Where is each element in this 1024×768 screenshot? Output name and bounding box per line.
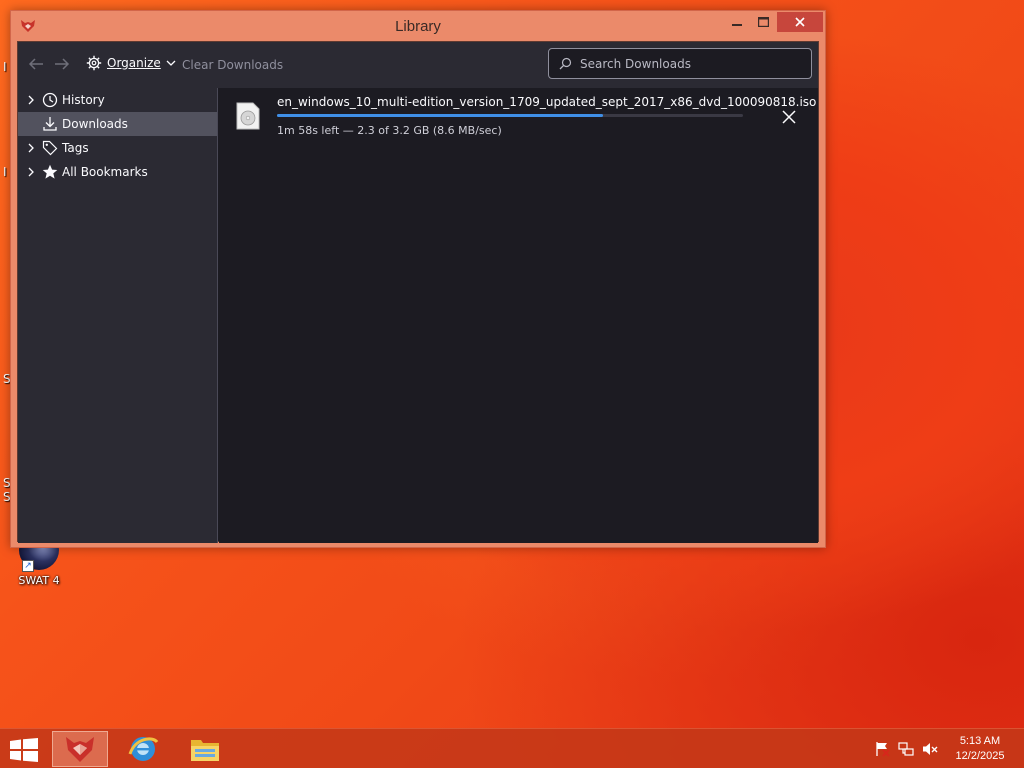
folder-icon — [191, 740, 219, 761]
taskbar-app-internet-explorer[interactable] — [115, 731, 171, 767]
disc-image-file-icon — [236, 102, 260, 130]
clear-downloads-label: Clear Downloads — [182, 58, 284, 72]
arrow-left-icon — [28, 58, 43, 70]
chevron-right-icon[interactable] — [26, 166, 36, 178]
chevron-right-icon[interactable] — [26, 142, 36, 154]
search-icon — [559, 57, 572, 70]
chevron-down-icon — [166, 60, 176, 66]
taskbar-app-waterfox[interactable] — [52, 731, 108, 767]
minimize-button[interactable] — [723, 12, 750, 32]
download-progress-bar — [277, 114, 743, 117]
taskbar-clock[interactable]: 5:13 AM 12/2/2025 — [950, 734, 1010, 764]
clock-icon — [42, 92, 58, 108]
action-center-flag-icon[interactable] — [874, 741, 890, 757]
search-downloads-field[interactable] — [548, 48, 812, 79]
download-progress-fill — [277, 114, 604, 117]
close-icon — [782, 110, 796, 124]
forward-button[interactable] — [54, 57, 70, 71]
sidebar-item-all-bookmarks[interactable]: All Bookmarks — [18, 160, 217, 184]
cancel-download-button[interactable] — [779, 107, 799, 127]
desktop-edge-glyph: I — [3, 165, 7, 179]
maximize-button[interactable] — [750, 12, 777, 32]
title-bar[interactable]: Library — [11, 11, 825, 41]
taskbar-app-file-explorer[interactable] — [177, 731, 233, 767]
search-input[interactable] — [580, 56, 800, 71]
window-title: Library — [395, 18, 441, 35]
clear-downloads-button[interactable]: Clear Downloads — [182, 58, 283, 72]
volume-muted-icon[interactable] — [922, 741, 938, 757]
windows-start-icon[interactable] — [10, 738, 38, 762]
organize-label: Organize — [107, 56, 161, 70]
close-window-button[interactable] — [777, 12, 823, 32]
download-filename: en_windows_10_multi-edition_version_1709… — [277, 95, 817, 109]
star-icon — [42, 164, 58, 179]
sidebar-item-label: History — [62, 93, 105, 107]
close-icon — [795, 17, 805, 27]
organize-menu-button[interactable]: Organize — [86, 55, 176, 71]
network-icon[interactable] — [898, 741, 914, 757]
library-sidebar: History Downloads Tags All Bookmarks — [18, 88, 218, 543]
maximize-icon — [758, 17, 769, 27]
download-icon — [43, 117, 57, 131]
chevron-right-icon[interactable] — [26, 94, 36, 106]
download-status: 1m 58s left — 2.3 of 3.2 GB (8.6 MB/sec) — [277, 124, 502, 137]
waterfox-browser-icon — [66, 737, 94, 762]
shortcut-arrow-icon: ↗ — [22, 560, 34, 572]
tag-icon — [42, 140, 58, 156]
library-content-frame: Organize Clear Downloads Histo — [17, 41, 819, 543]
sidebar-item-label: Tags — [62, 141, 89, 155]
sidebar-item-history[interactable]: History — [18, 88, 217, 112]
desktop-edge-glyph: I — [3, 60, 7, 74]
sidebar-item-label: Downloads — [62, 117, 128, 131]
internet-explorer-icon — [128, 737, 159, 761]
library-window: Library Organize Clear Downloads Search … — [10, 10, 826, 548]
sidebar-item-tags[interactable]: Tags — [18, 136, 217, 160]
clock-time: 5:13 AM — [959, 735, 1001, 747]
downloads-list: en_windows_10_multi-edition_version_1709… — [219, 88, 818, 543]
desktop-icon-label: SWAT 4 — [18, 574, 60, 587]
sidebar-item-label: All Bookmarks — [62, 165, 148, 179]
minimize-icon — [731, 24, 742, 26]
sidebar-item-downloads[interactable]: Downloads — [18, 112, 217, 136]
taskbar: 5:13 AM 12/2/2025 — [0, 728, 1024, 768]
back-button[interactable] — [28, 57, 44, 71]
clock-date: 12/2/2025 — [955, 750, 1005, 762]
arrow-right-icon — [55, 58, 70, 70]
gear-icon — [86, 55, 102, 71]
download-item[interactable]: en_windows_10_multi-edition_version_1709… — [219, 88, 818, 148]
toolbar: Organize Clear Downloads — [18, 42, 818, 88]
